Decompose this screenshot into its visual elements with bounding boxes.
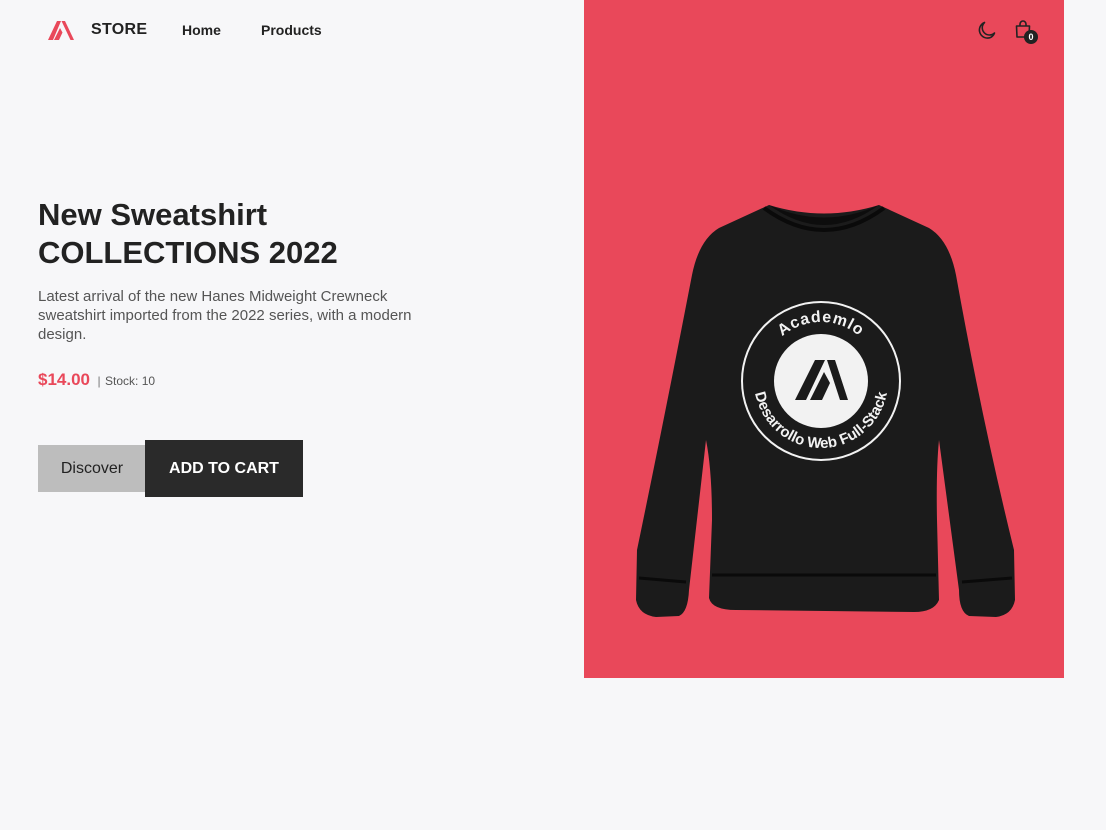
moon-icon[interactable] [975,18,999,42]
academlo-logo-icon[interactable] [46,18,76,42]
nav-link-home[interactable]: Home [182,22,221,38]
hero-image: Academlo Desarrollo Web Full-Stack [584,0,1064,678]
title-line-2: COLLECTIONS 2022 [38,235,338,270]
cart-count-badge: 0 [1024,30,1038,44]
product-description: Latest arrival of the new Hanes Midweigh… [38,288,412,343]
page-title: New Sweatshirt COLLECTIONS 2022 [38,196,458,272]
sweatshirt-image: Academlo Desarrollo Web Full-Stack [636,205,1015,617]
add-to-cart-button[interactable]: ADD TO CART [145,440,303,497]
price-separator: | [97,374,101,388]
price-row: $14.00 | Stock: 10 [38,370,155,390]
title-line-1: New Sweatshirt [38,197,268,232]
brand-name[interactable]: STORE [91,21,147,39]
stock-info: Stock: 10 [105,374,156,388]
nav-link-products[interactable]: Products [261,22,322,38]
page: Academlo Desarrollo Web Full-Stack STORE… [0,0,1106,830]
product-price: $14.00 [38,370,90,389]
discover-button[interactable]: Discover [38,445,146,492]
header: STORE Home Products 0 [0,0,1106,60]
